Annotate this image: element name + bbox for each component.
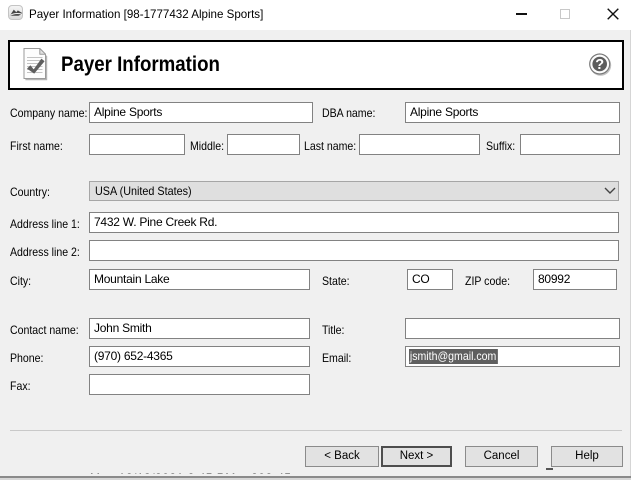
svg-text:?: ? (595, 57, 604, 73)
